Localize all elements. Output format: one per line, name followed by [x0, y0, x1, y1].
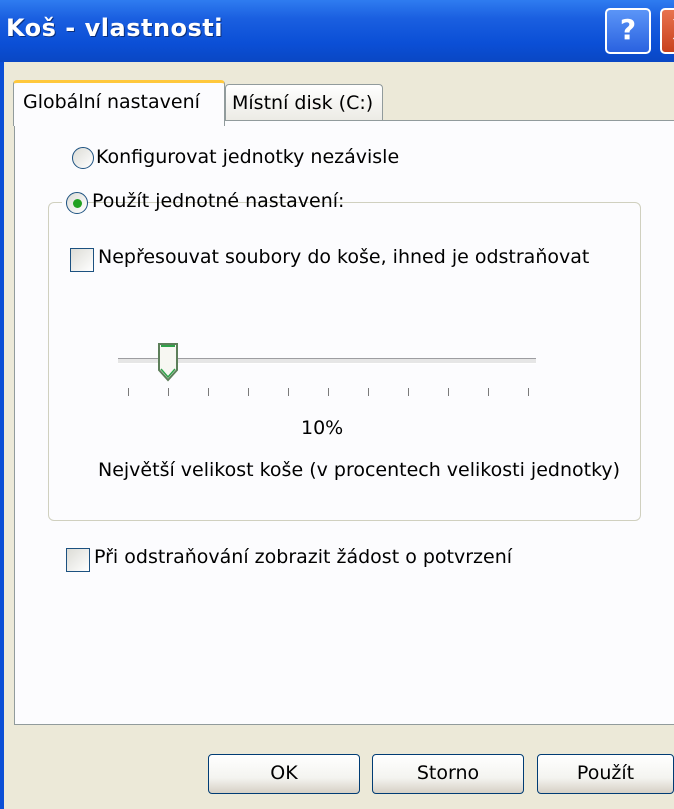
radio-configure-independently[interactable] — [72, 147, 94, 169]
radio-configure-independently-label[interactable]: Konfigurovat jednotky nezávisle — [96, 146, 399, 168]
slider-caption: Největší velikost koše (v procentech vel… — [98, 459, 621, 481]
ok-button[interactable]: OK — [208, 754, 360, 794]
apply-button[interactable]: Použít — [537, 754, 674, 794]
slider-tick — [448, 388, 449, 396]
slider-tick — [288, 388, 289, 396]
tab-local-disk-label: Místní disk (C:) — [232, 92, 374, 114]
radio-use-global-settings[interactable] — [66, 192, 88, 214]
checkbox-confirm-delete[interactable] — [66, 548, 90, 572]
title-bar[interactable]: Koš - vlastnosti ? X — [0, 0, 674, 62]
help-button[interactable]: ? — [605, 8, 651, 54]
slider-tick — [128, 388, 129, 396]
groupbox-header: Použít jednotné nastavení: — [62, 188, 344, 218]
checkbox-delete-immediately[interactable] — [70, 248, 94, 272]
slider-tick — [208, 388, 209, 396]
slider-tick — [408, 388, 409, 396]
slider-tick — [528, 388, 529, 396]
tab-local-disk[interactable]: Místní disk (C:) — [225, 84, 383, 120]
slider-value-label: 10% — [301, 417, 344, 439]
slider-tick — [248, 388, 249, 396]
checkbox-delete-immediately-label[interactable]: Nepřesouvat soubory do koše, ihned je od… — [98, 246, 589, 268]
close-button[interactable]: X — [660, 8, 674, 54]
slider-tick — [168, 388, 169, 396]
tab-global-settings[interactable]: Globální nastavení — [13, 80, 225, 126]
checkbox-confirm-delete-label[interactable]: Při odstraňování zobrazit žádost o potvr… — [94, 546, 512, 568]
slider-tick — [488, 388, 489, 396]
window-title: Koš - vlastnosti — [6, 14, 224, 42]
tab-global-settings-label: Globální nastavení — [23, 91, 200, 113]
size-slider-thumb[interactable] — [157, 342, 179, 382]
slider-tick — [368, 388, 369, 396]
slider-tick — [328, 388, 329, 396]
radio-use-global-settings-label[interactable]: Použít jednotné nastavení: — [92, 190, 344, 212]
size-slider-track[interactable] — [118, 358, 536, 364]
recycle-bin-properties-dialog: Koš - vlastnosti ? X Globální nastavení … — [0, 0, 674, 809]
cancel-button[interactable]: Storno — [372, 754, 524, 794]
